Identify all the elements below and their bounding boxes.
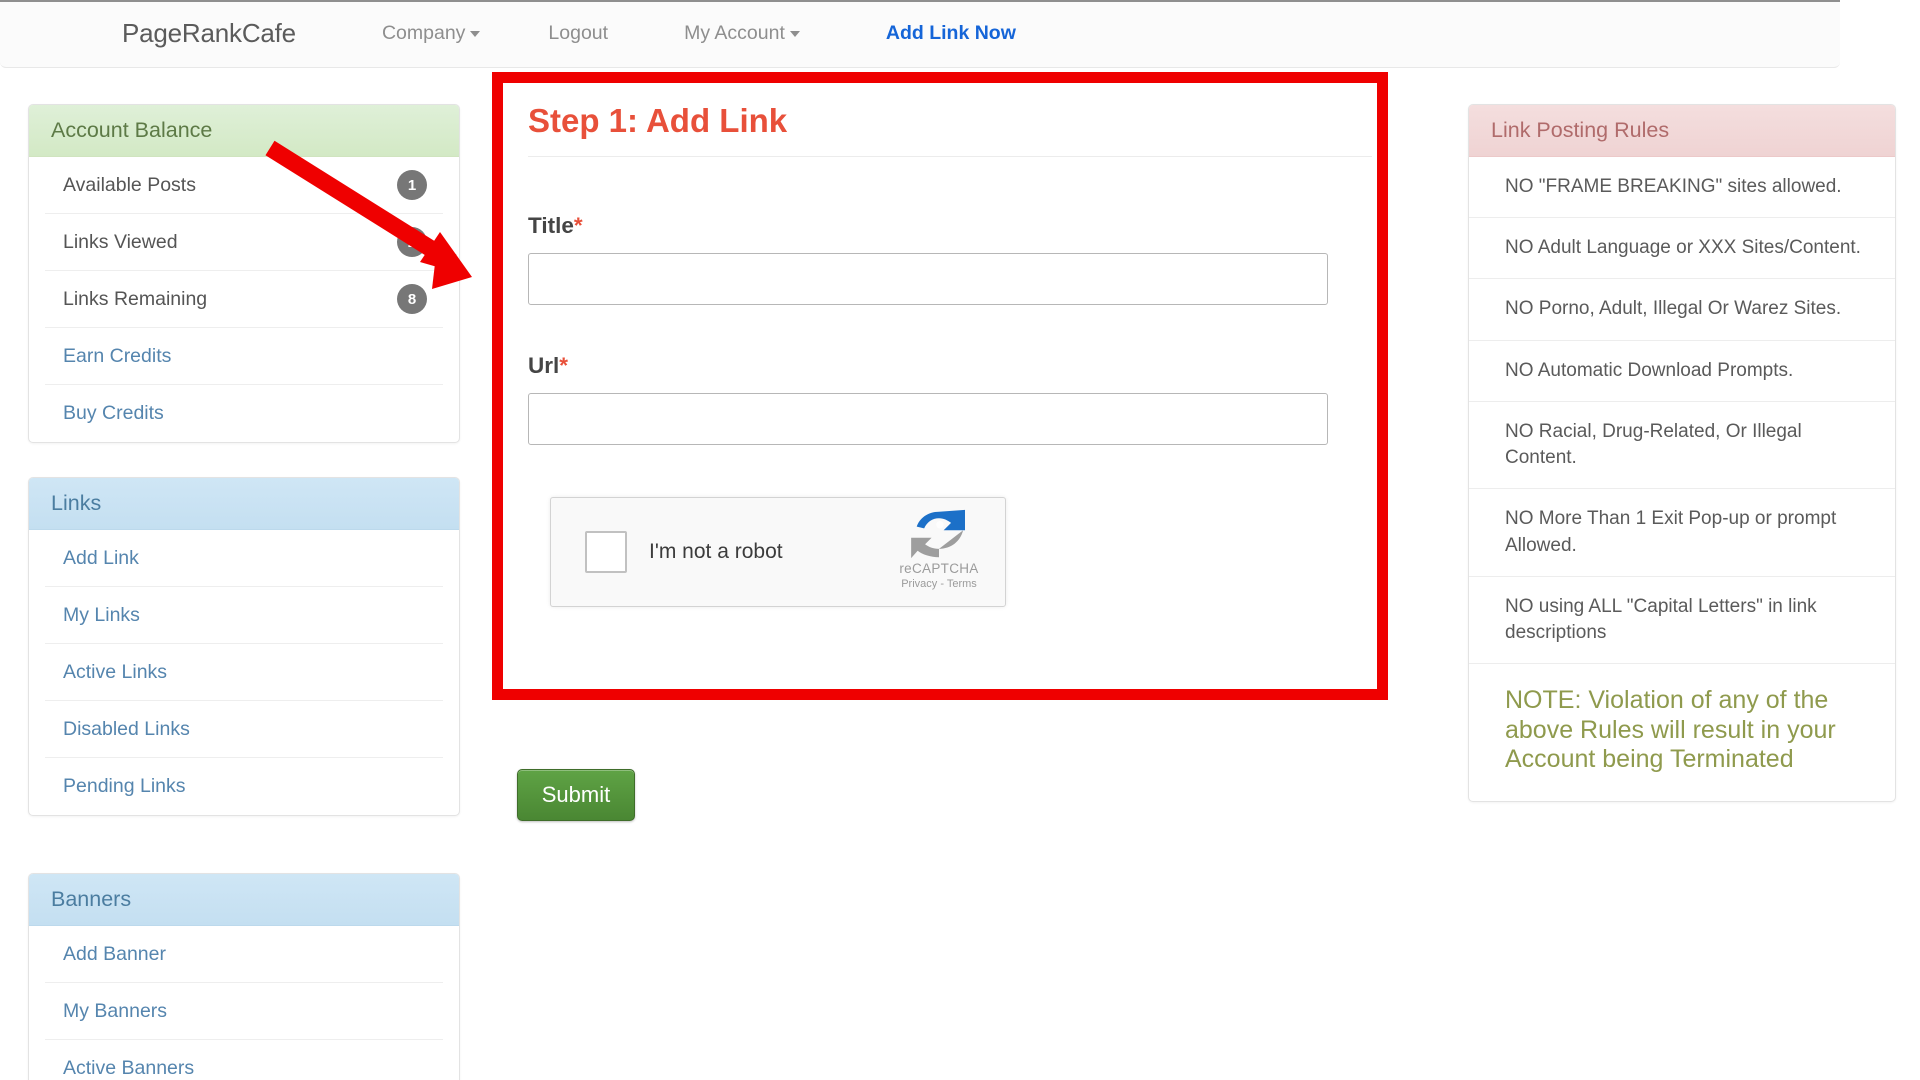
stat-row-available-posts: Available Posts 1: [45, 157, 443, 214]
sidebar-item-active-links[interactable]: Active Links: [45, 644, 443, 701]
rule-item: NO More Than 1 Exit Pop-up or prompt All…: [1469, 489, 1895, 577]
nav-item-my-account-label: My Account: [684, 22, 785, 44]
links-panel-header: Links: [29, 478, 459, 530]
nav-item-logout[interactable]: Logout: [510, 22, 646, 45]
stat-row-links-viewed: Links Viewed 2: [45, 214, 443, 271]
link-posting-rules-panel: Link Posting Rules NO "FRAME BREAKING" s…: [1468, 104, 1896, 802]
sidebar-item-active-banners[interactable]: Active Banners: [45, 1040, 443, 1080]
sidebar-item-pending-links[interactable]: Pending Links: [45, 758, 443, 815]
status-badge-available-posts: 1: [397, 170, 427, 200]
account-balance-title: Account Balance: [51, 118, 213, 142]
nav-item-my-account[interactable]: My Account: [646, 22, 838, 45]
rule-item: NO Porno, Adult, Illegal Or Warez Sites.: [1469, 279, 1895, 341]
sidebar-item-disabled-links-label: Disabled Links: [63, 717, 190, 740]
rules-panel-title: Link Posting Rules: [1491, 118, 1670, 142]
sidebar-item-add-link-label: Add Link: [63, 546, 139, 569]
nav-item-logout-label: Logout: [548, 22, 609, 44]
sidebar-item-add-banner[interactable]: Add Banner: [45, 926, 443, 983]
status-badge-links-viewed: 2: [397, 227, 427, 257]
sidebar-item-add-link[interactable]: Add Link: [45, 530, 443, 587]
recaptcha-logo-icon: [911, 509, 965, 559]
sidebar-item-add-banner-label: Add Banner: [63, 942, 166, 965]
rules-list: NO "FRAME BREAKING" sites allowed. NO Ad…: [1469, 157, 1895, 801]
rule-item: NO "FRAME BREAKING" sites allowed.: [1469, 157, 1895, 219]
nav-items: Company Logout My Account Add Link Now: [352, 22, 1046, 45]
form-area: Title* Url* I'm not a robot reCAPTCHA Pr…: [500, 157, 1380, 607]
sidebar-item-disabled-links[interactable]: Disabled Links: [45, 701, 443, 758]
stat-label-links-viewed: Links Viewed: [63, 230, 178, 253]
rules-note: NOTE: Violation of any of the above Rule…: [1505, 686, 1836, 774]
top-navbar: PageRankCafe Company Logout My Account A…: [0, 0, 1840, 68]
rules-panel-header: Link Posting Rules: [1469, 105, 1895, 157]
page-title: Step 1: Add Link: [528, 102, 788, 139]
nav-item-add-link-now-label: Add Link Now: [885, 22, 1016, 44]
add-link-form-panel: Step 1: Add Link Title* Url* I'm not a r…: [500, 78, 1380, 607]
rule-item: NO Automatic Download Prompts.: [1469, 341, 1895, 402]
title-input[interactable]: [528, 253, 1328, 305]
recaptcha-widget[interactable]: I'm not a robot reCAPTCHA Privacy - Term…: [550, 497, 1006, 607]
required-marker: *: [573, 213, 583, 238]
sidebar-item-earn-credits[interactable]: Earn Credits: [45, 328, 443, 385]
field-spacer: [528, 305, 1352, 353]
sidebar-item-my-links-label: My Links: [63, 603, 140, 626]
stat-label-links-remaining: Links Remaining: [63, 287, 208, 310]
sidebar-item-buy-credits[interactable]: Buy Credits: [45, 385, 443, 442]
rule-item: NO Racial, Drug-Related, Or Illegal Cont…: [1469, 402, 1895, 490]
url-input[interactable]: [528, 393, 1328, 445]
sidebar-item-active-banners-label: Active Banners: [63, 1057, 195, 1079]
sidebar-item-my-banners-label: My Banners: [63, 999, 168, 1022]
chevron-down-icon: [789, 31, 800, 37]
banners-panel-title: Banners: [51, 887, 132, 911]
title-field-label-text: Title: [528, 213, 574, 238]
brand-logo[interactable]: PageRankCafe: [122, 18, 296, 49]
page-root: PageRankCafe Company Logout My Account A…: [0, 0, 1920, 1080]
stat-label-available-posts: Available Posts: [63, 173, 196, 196]
banners-panel: Banners Add Banner My Banners Active Ban…: [28, 873, 460, 1080]
url-field-label-text: Url: [528, 353, 560, 378]
url-field-label: Url*: [528, 353, 1352, 379]
sidebar-item-buy-credits-label: Buy Credits: [63, 402, 164, 424]
account-balance-header: Account Balance: [29, 105, 459, 157]
required-marker: *: [559, 353, 569, 378]
sidebar-item-pending-links-label: Pending Links: [63, 775, 186, 797]
nav-item-company-label: Company: [381, 22, 466, 44]
links-panel-body: Add Link My Links Active Links Disabled …: [29, 530, 459, 815]
recaptcha-branding: reCAPTCHA Privacy - Terms: [889, 508, 989, 590]
stat-row-links-remaining: Links Remaining 8: [45, 271, 443, 328]
rule-item: NO using ALL "Capital Letters" in link d…: [1469, 577, 1895, 665]
links-panel-title: Links: [51, 491, 102, 515]
recaptcha-checkbox[interactable]: [585, 531, 627, 573]
title-field-label: Title*: [528, 213, 1352, 239]
recaptcha-label: I'm not a robot: [649, 540, 783, 563]
status-badge-links-remaining: 8: [397, 284, 427, 314]
sidebar-item-earn-credits-label: Earn Credits: [63, 344, 172, 367]
submit-button[interactable]: Submit: [517, 769, 635, 821]
recaptcha-brand-text: reCAPTCHA: [899, 561, 979, 576]
links-panel: Links Add Link My Links Active Links Dis…: [28, 477, 460, 816]
account-balance-body: Available Posts 1 Links Viewed 2 Links R…: [29, 157, 459, 442]
nav-item-company[interactable]: Company: [352, 22, 510, 45]
account-balance-panel: Account Balance Available Posts 1 Links …: [28, 104, 460, 443]
banners-panel-body: Add Banner My Banners Active Banners: [29, 926, 459, 1080]
sidebar-item-my-banners[interactable]: My Banners: [45, 983, 443, 1040]
sidebar-item-active-links-label: Active Links: [63, 660, 168, 683]
nav-item-add-link-now[interactable]: Add Link Now: [838, 22, 1046, 45]
banners-panel-header: Banners: [29, 874, 459, 926]
rule-item: NO Adult Language or XXX Sites/Content.: [1469, 218, 1895, 280]
chevron-down-icon: [470, 31, 481, 37]
recaptcha-legal-text[interactable]: Privacy - Terms: [889, 578, 989, 590]
sidebar-item-my-links[interactable]: My Links: [45, 587, 443, 644]
